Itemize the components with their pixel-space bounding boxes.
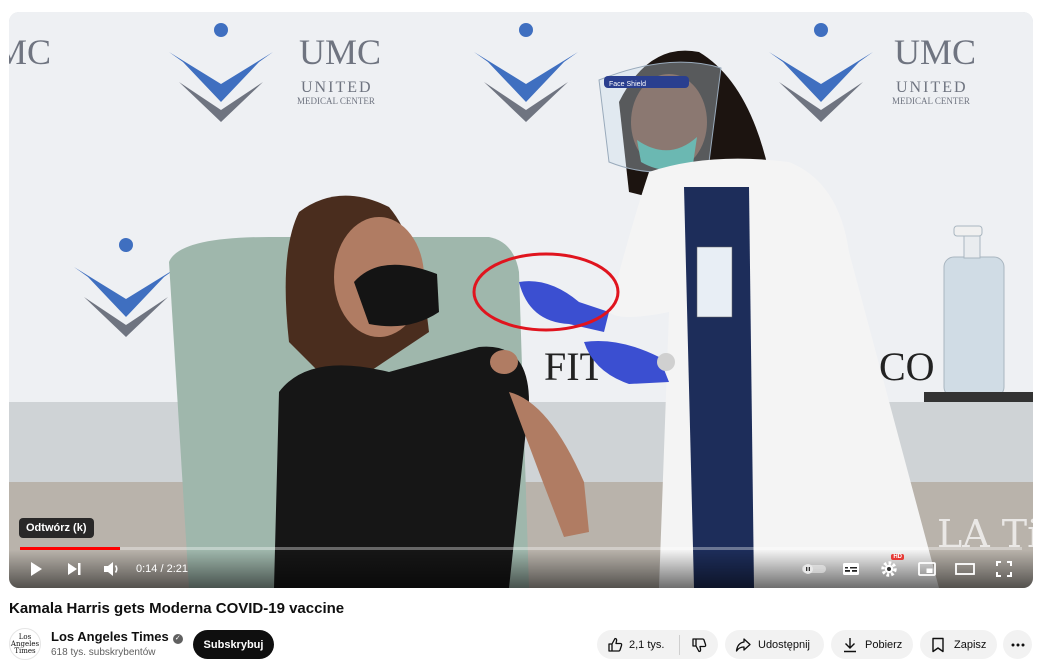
fullscreen-button[interactable]: [991, 556, 1017, 582]
miniplayer-icon: [918, 562, 936, 576]
channel-name-row[interactable]: Los Angeles Times ✓: [51, 629, 183, 644]
more-actions-button[interactable]: [1003, 630, 1032, 659]
thumbs-down-icon: [692, 637, 707, 652]
svg-text:MEDICAL CENTER: MEDICAL CENTER: [297, 96, 375, 106]
volume-button[interactable]: [99, 556, 125, 582]
theater-mode-button[interactable]: [952, 556, 978, 582]
svg-text:UMC: UMC: [9, 32, 51, 72]
share-button[interactable]: Udostępnij: [725, 630, 824, 659]
video-player[interactable]: UMC UNITED MEDICAL CENTER UMC UNITED MED…: [9, 12, 1033, 588]
next-button[interactable]: [61, 556, 87, 582]
more-horizontal-icon: [1011, 643, 1024, 646]
umc-logo-partial: UMC: [9, 32, 51, 72]
save-button[interactable]: Zapisz: [920, 630, 997, 659]
theater-mode-icon: [955, 563, 975, 575]
video-frame: UMC UNITED MEDICAL CENTER UMC UNITED MED…: [9, 12, 1033, 588]
svg-text:UNITED: UNITED: [896, 79, 968, 96]
svg-text:UMC: UMC: [894, 32, 976, 72]
avatar-text-line: Times: [14, 646, 36, 655]
fullscreen-icon: [996, 561, 1012, 577]
autoplay-toggle-icon: [802, 564, 826, 574]
play-icon: [31, 562, 42, 576]
thumbs-up-icon: [608, 637, 623, 652]
captions-icon: [843, 563, 859, 575]
time-display: 0:14 / 2:21: [136, 563, 188, 575]
download-button[interactable]: Pobierz: [831, 630, 913, 659]
svg-text:UNITED: UNITED: [301, 79, 373, 96]
captions-button[interactable]: [838, 556, 864, 582]
share-icon: [735, 637, 751, 652]
settings-button[interactable]: HD: [876, 554, 904, 582]
like-count: 2,1 tys.: [629, 638, 665, 651]
channel-name[interactable]: Los Angeles Times: [51, 629, 169, 644]
umc-text: UMC: [299, 32, 381, 72]
like-button[interactable]: 2,1 tys.: [597, 637, 679, 653]
channel-avatar[interactable]: Los Angeles Times: [9, 628, 41, 660]
wall-text-right: CO: [879, 344, 935, 389]
miniplayer-button[interactable]: [914, 556, 940, 582]
player-controls: 0:14 / 2:21 HD: [9, 550, 1033, 588]
dislike-button[interactable]: [680, 637, 718, 653]
verified-check-icon: ✓: [172, 634, 183, 644]
video-title: Kamala Harris gets Moderna COVID-19 vacc…: [9, 600, 345, 617]
hd-badge: HD: [891, 554, 904, 560]
autoplay-toggle[interactable]: [801, 556, 827, 582]
svg-text:Face Shield: Face Shield: [609, 81, 646, 88]
svg-text:MEDICAL CENTER: MEDICAL CENTER: [892, 96, 970, 106]
subscriber-count: 618 tys. subskrybentów: [51, 647, 156, 658]
play-tooltip: Odtwórz (k): [19, 518, 94, 538]
next-icon: [68, 563, 81, 575]
settings-icon: [881, 561, 897, 577]
download-icon: [844, 637, 856, 652]
download-label: Pobierz: [865, 638, 903, 651]
share-label: Udostępnij: [758, 638, 810, 651]
bookmark-icon: [932, 637, 944, 652]
volume-icon: [104, 562, 118, 576]
play-button[interactable]: [23, 556, 49, 582]
subscribe-button[interactable]: Subskrybuj: [193, 630, 274, 659]
save-label: Zapisz: [954, 638, 987, 651]
like-dislike-group: 2,1 tys.: [597, 630, 718, 659]
